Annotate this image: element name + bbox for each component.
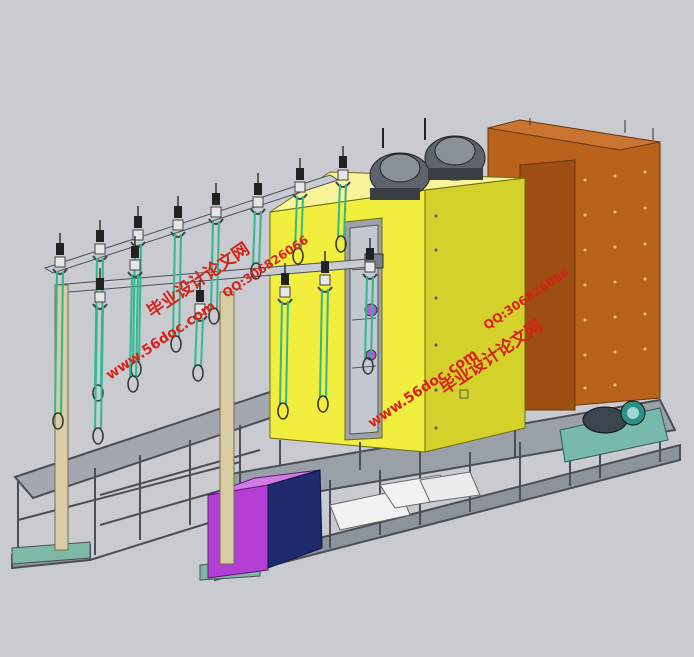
- machine-3d-render: 毕业设计论文网 QQ:306826066 www.56doc.com www.5…: [0, 0, 694, 657]
